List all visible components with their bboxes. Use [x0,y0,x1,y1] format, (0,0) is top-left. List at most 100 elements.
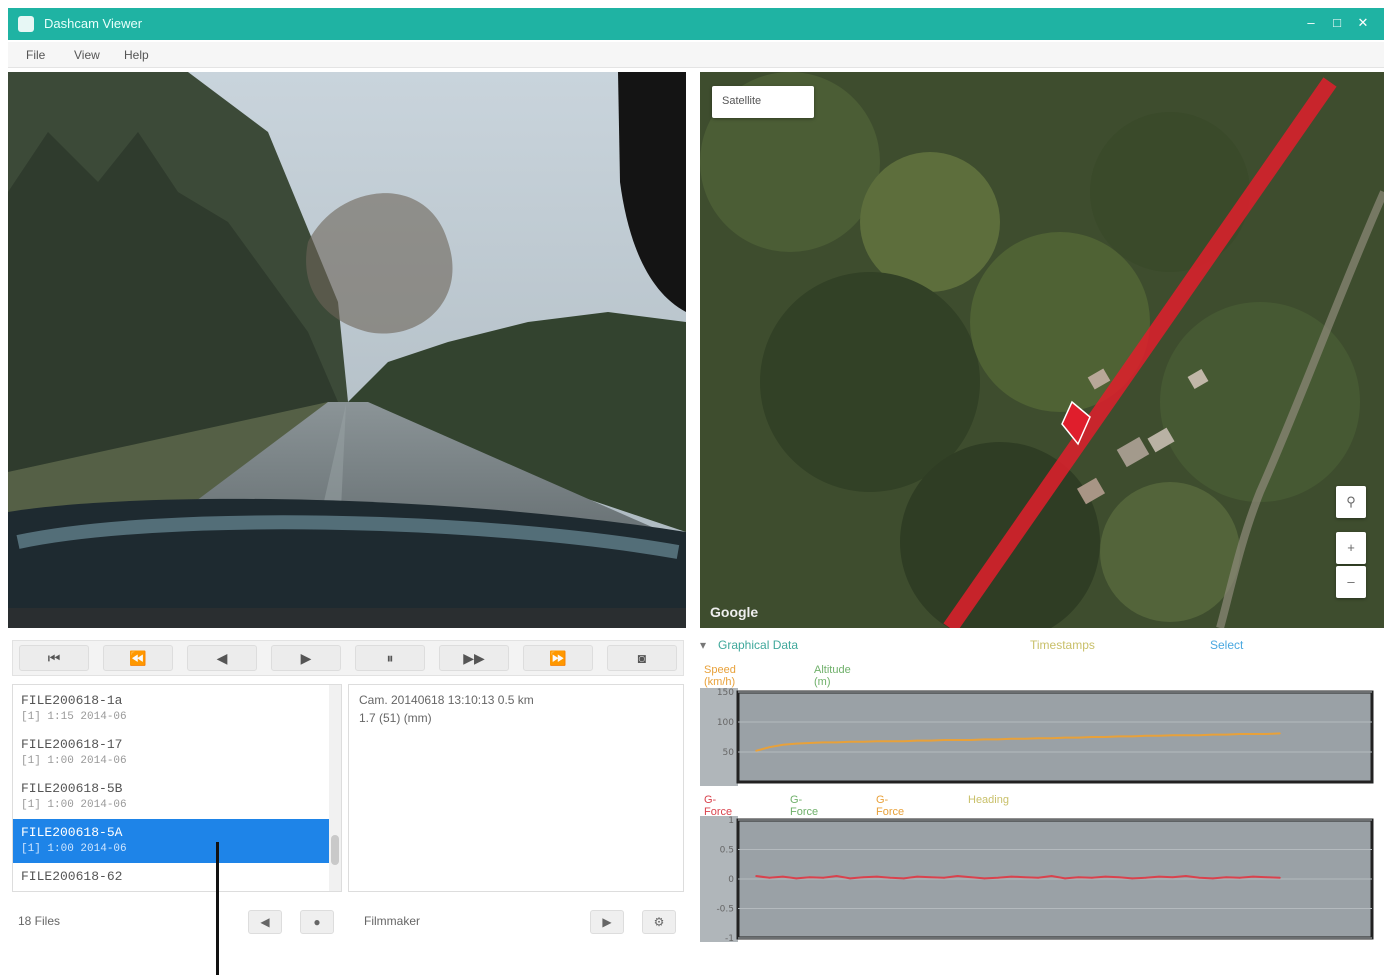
gforce-chart-svg: -1 -0.5 0 0.5 1 [700,816,1376,944]
y-tick-label: -1 [725,934,734,942]
fast-forward-icon[interactable]: ⏩ [523,645,593,671]
data-point [902,740,905,742]
data-point [1023,876,1026,879]
data-point [755,750,757,752]
y-tick-label: 0.5 [720,846,734,856]
data-point [755,875,757,877]
file-list[interactable]: FILE200618-1a [1] 1:15 2014-06 FILE20061… [12,684,342,892]
menu-help[interactable]: Help [124,48,149,62]
list-item-selected[interactable]: FILE200618-5A [1] 1:00 2014-06 [13,819,329,863]
data-point [808,876,811,879]
file-meta: [1] 1:00 2014-06 [21,799,127,811]
file-name: FILE200618-5A [21,825,123,840]
legend-item[interactable]: Altitude (m) [814,664,851,688]
data-point [768,746,771,748]
map-type-selector[interactable]: Satellite [712,86,814,118]
data-point [835,741,838,744]
dashcam-frame [8,72,686,628]
list-item[interactable]: FILE200618-17 [1] 1:00 2014-06 [13,731,329,775]
app-icon [18,16,34,32]
menu-file[interactable]: File [26,48,45,62]
data-point [795,877,798,880]
previous-file-button[interactable]: ◀ [248,910,282,934]
record-button[interactable]: ● [300,910,334,934]
menu-bar: File View Help [8,42,1384,68]
title-bar: Dashcam Viewer – □ ✕ [8,8,1384,40]
step-forward-icon[interactable]: ▶▶ [439,645,509,671]
data-point [889,877,892,879]
data-point [997,738,999,741]
info-line: Cam. 20140618 13:10:13 0.5 km [359,693,534,707]
file-count: 18 Files [18,914,61,928]
legend-item[interactable]: Speed (km/h) [704,664,736,688]
data-point [1238,733,1241,735]
play-icon[interactable]: ▶ [271,645,341,671]
data-point [1279,732,1281,735]
file-name: FILE200618-1a [21,693,123,708]
data-point [1104,736,1107,738]
data-point [1158,875,1160,878]
data-point [1104,875,1107,878]
list-item[interactable]: FILE200618-62 [13,863,329,891]
y-tick-label: -0.5 [716,905,734,915]
chart-panel-title: Graphical Data [718,638,799,652]
file-name: FILE200618-17 [21,737,123,752]
gforce-chart[interactable]: -1 -0.5 0 0.5 1 [700,816,1376,944]
y-tick-label: 1 [728,816,734,826]
playback-toolbar: ⏮ ⏪ ◀ ▶ ⏸ ▶▶ ⏩ ◙ [12,640,684,676]
y-tick-label: 50 [723,748,735,758]
info-line: 1.7 (51) (mm) [359,711,432,725]
close-button[interactable]: ✕ [1350,11,1376,35]
timestamps-toggle[interactable]: Timestamps [1030,638,1095,652]
step-back-icon[interactable]: ◀ [187,645,257,671]
data-point [862,876,865,879]
select-toggle[interactable]: Select [1210,638,1243,652]
y-tick-label: 150 [717,688,734,698]
pause-icon[interactable]: ⏸ [355,645,425,671]
data-point [1225,733,1228,736]
rewind-icon[interactable]: ⏪ [103,645,173,671]
data-point [1238,877,1241,879]
zoom-in-button[interactable]: + [1336,532,1366,564]
plot-area [736,690,1374,784]
data-point [1198,734,1201,736]
data-point [929,739,932,742]
list-item[interactable]: FILE200618-1a [1] 1:15 2014-06 [13,687,329,731]
skip-back-icon[interactable]: ⏮ [19,645,89,671]
map-view[interactable]: Satellite ⚲ + – Google [700,72,1384,628]
data-point [1077,876,1080,879]
minimize-button[interactable]: – [1298,11,1324,35]
menu-view[interactable]: View [74,48,100,62]
data-point [1010,875,1013,878]
video-player[interactable] [8,72,686,628]
data-point [876,875,878,878]
next-file-button[interactable]: ▶ [590,910,624,934]
list-item[interactable]: FILE200618-5B [1] 1:00 2014-06 [13,775,329,819]
file-list-scrollbar[interactable] [329,685,341,891]
data-point [849,741,851,743]
window-title: Dashcam Viewer [44,16,143,31]
data-point [916,875,919,878]
file-meta: [1] 1:00 2014-06 [21,755,127,767]
legend-item[interactable]: Heading [968,794,1009,806]
data-point [1050,737,1053,739]
data-point [1279,877,1281,879]
camera-icon[interactable]: ◙ [607,645,677,671]
maximize-button[interactable]: □ [1324,11,1350,35]
data-point [782,875,784,878]
zoom-out-button[interactable]: – [1336,566,1366,598]
data-point [970,876,972,879]
speed-chart[interactable]: 50 100 150 [700,688,1376,786]
data-point [1091,736,1093,738]
chevron-down-icon[interactable]: ▾ [700,638,706,652]
data-point [1023,738,1026,740]
scrollbar-thumb[interactable] [331,835,339,865]
y-tick-label: 100 [717,718,734,728]
pegman-icon[interactable]: ⚲ [1336,486,1366,518]
data-point [822,741,824,744]
data-point [929,876,932,879]
file-meta: [1] 1:15 2014-06 [21,711,127,723]
data-point [1117,876,1120,879]
settings-icon[interactable]: ⚙ [642,910,676,934]
data-point [1077,736,1080,739]
